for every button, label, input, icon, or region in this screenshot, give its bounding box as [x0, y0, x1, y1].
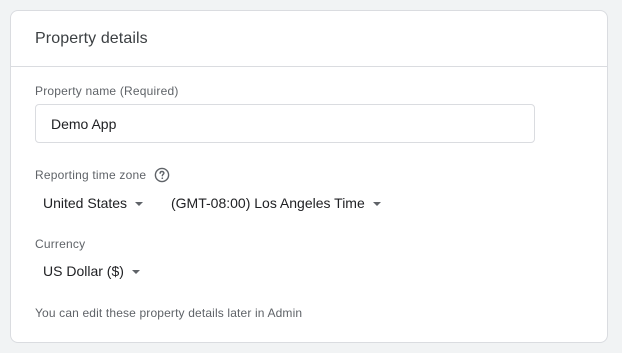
country-select[interactable]: United States [43, 193, 144, 213]
currency-select-value: US Dollar ($) [43, 263, 124, 279]
time-zone-label: Reporting time zone [35, 168, 147, 182]
card-header: Property details [11, 11, 607, 67]
property-name-label: Property name (Required) [35, 84, 179, 98]
time-zone-label-row: Reporting time zone [35, 167, 170, 183]
edit-later-note: You can edit these property details late… [35, 306, 303, 320]
property-name-input[interactable]: Demo App [35, 104, 535, 143]
time-zone-select-value: (GMT-08:00) Los Angeles Time [171, 195, 365, 211]
chevron-down-icon [372, 201, 381, 206]
property-details-card: Property details Property name (Required… [10, 10, 608, 343]
country-select-value: United States [43, 195, 128, 211]
card-title: Property details [35, 29, 148, 47]
currency-select[interactable]: US Dollar ($) [43, 261, 140, 281]
chevron-down-icon [131, 269, 140, 274]
chevron-down-icon [135, 201, 144, 206]
property-name-value: Demo App [51, 115, 117, 132]
help-circle-icon[interactable] [154, 167, 170, 183]
time-zone-select[interactable]: (GMT-08:00) Los Angeles Time [171, 193, 381, 213]
currency-label: Currency [35, 237, 86, 251]
